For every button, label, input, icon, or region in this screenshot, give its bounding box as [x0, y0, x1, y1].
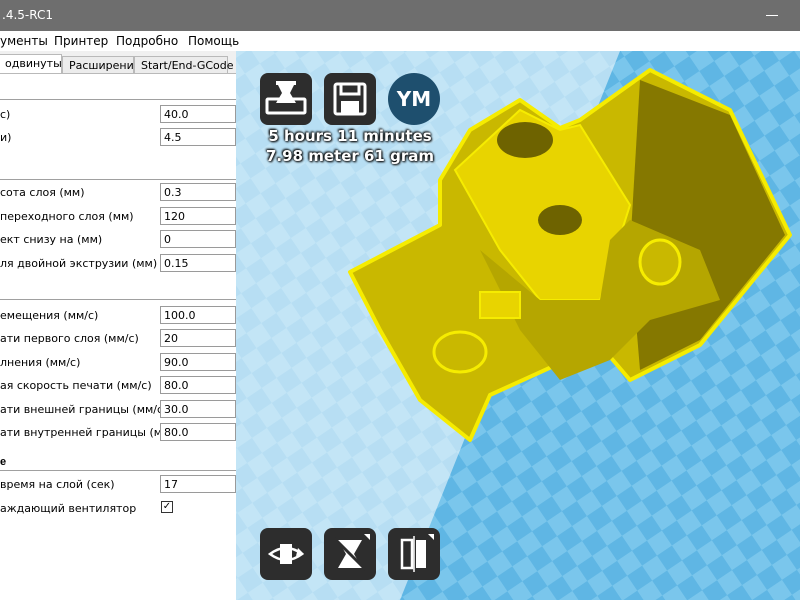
section-divider: [0, 99, 236, 100]
rotate-button[interactable]: [260, 528, 312, 580]
transition-layer-label: переходного слоя (мм): [0, 210, 134, 223]
outer-shell-speed-field[interactable]: 30.0: [160, 400, 236, 418]
fan-checkbox[interactable]: ✓: [161, 501, 173, 513]
transition-layer-field[interactable]: 120: [160, 207, 236, 225]
bottom-speed-field[interactable]: 80.0: [160, 376, 236, 394]
travel-speed-field[interactable]: 100.0: [160, 306, 236, 324]
setting-field[interactable]: 4.5: [160, 128, 236, 146]
tab-start-end-gcode[interactable]: Start/End-GCode: [134, 56, 234, 73]
load-model-button[interactable]: [260, 73, 312, 125]
min-layer-time-label: время на слой (сек): [0, 478, 115, 491]
menu-tools[interactable]: ументы: [0, 34, 48, 48]
outer-shell-speed-label: ати внешней границы (мм/с): [0, 403, 168, 416]
print-time-text: 5 hours 11 minutes: [268, 127, 432, 145]
rotate-icon: [267, 544, 305, 564]
model-roller: [432, 330, 488, 374]
tab-advanced[interactable]: одвинутые: [0, 54, 69, 74]
dual-extrusion-label: ля двойной экструзии (мм): [0, 257, 158, 270]
layer-height-field[interactable]: 0.3: [160, 183, 236, 201]
minimize-icon[interactable]: [766, 15, 778, 16]
save-icon: [333, 82, 367, 116]
infill-speed-label: лнения (мм/с): [0, 356, 81, 369]
scale-icon: [332, 534, 370, 572]
section-divider: [0, 179, 236, 180]
first-layer-speed-label: ати первого слоя (мм/с): [0, 332, 139, 345]
advanced-settings: с) 40.0 и) 4.5 сота слоя (мм) 0.3 перехо…: [0, 73, 236, 600]
dual-extrusion-field[interactable]: 0.15: [160, 254, 236, 272]
mirror-icon: [400, 534, 434, 572]
load-model-icon: [265, 81, 307, 115]
travel-speed-label: емещения (мм/с): [0, 309, 99, 322]
section-divider: [0, 299, 236, 300]
fan-label: аждающий вентилятор: [0, 502, 137, 515]
menu-bar: ументы Принтер Подробно Помощь: [0, 31, 800, 51]
min-layer-time-field[interactable]: 17: [160, 475, 236, 493]
inner-shell-speed-label: ати внутренней границы (мм/с): [0, 426, 185, 439]
mirror-button[interactable]: [388, 528, 440, 580]
settings-panel: одвинутые Расширения Start/End-GCode с) …: [0, 51, 237, 600]
inner-shell-speed-field[interactable]: 80.0: [160, 423, 236, 441]
layer-height-label: сота слоя (мм): [0, 186, 85, 199]
setting-label: с): [0, 108, 11, 121]
tab-plugins[interactable]: Расширения: [62, 56, 140, 73]
material-usage-text: 7.98 meter 61 gram: [266, 147, 434, 165]
setting-field[interactable]: 40.0: [160, 105, 236, 123]
model-roller: [638, 238, 682, 286]
cut-bottom-field[interactable]: 0: [160, 230, 236, 248]
model-clip: [479, 291, 521, 319]
menu-help[interactable]: Помощь: [188, 34, 239, 48]
cut-bottom-label: ект снизу на (мм): [0, 233, 103, 246]
scale-button[interactable]: [324, 528, 376, 580]
save-gcode-button[interactable]: [324, 73, 376, 125]
youmagine-button[interactable]: YM: [388, 73, 440, 125]
title-bar: .4.5-RC1: [0, 0, 800, 31]
model-hole: [497, 122, 553, 158]
cool-section-title: е: [0, 456, 7, 468]
model-hole: [538, 205, 582, 235]
section-divider: [0, 470, 236, 471]
first-layer-speed-field[interactable]: 20: [160, 329, 236, 347]
bottom-speed-label: ая скорость печати (мм/с): [0, 379, 152, 392]
menu-printer[interactable]: Принтер: [54, 34, 108, 48]
window-title: .4.5-RC1: [2, 8, 53, 22]
infill-speed-field[interactable]: 90.0: [160, 353, 236, 371]
youmagine-icon: YM: [396, 87, 432, 111]
3d-viewport[interactable]: YM 5 hours 11 minutes 7.98 meter 61 gram: [236, 51, 800, 600]
menu-expert[interactable]: Подробно: [116, 34, 178, 48]
setting-label: и): [0, 131, 12, 144]
